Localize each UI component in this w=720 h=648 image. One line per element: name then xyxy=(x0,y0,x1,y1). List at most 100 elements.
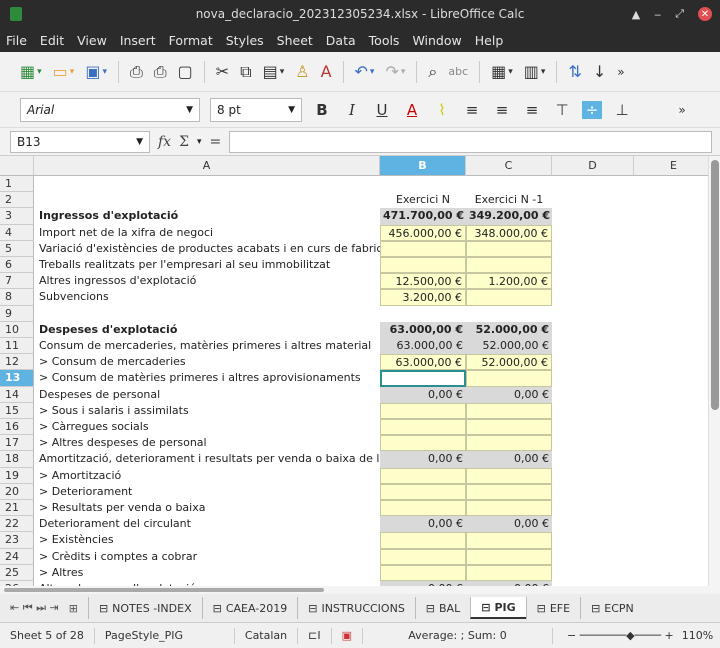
selection-mode-icon[interactable]: ⊏I xyxy=(298,627,332,644)
sort-ascending-icon[interactable]: ↓ xyxy=(593,62,606,81)
highlight-icon[interactable]: ⌇ xyxy=(432,101,452,119)
row-header[interactable]: 7 xyxy=(0,273,34,290)
chevron-down-icon[interactable]: ▼ xyxy=(186,105,193,115)
row-header[interactable]: 9 xyxy=(0,305,34,322)
cell-label[interactable] xyxy=(36,176,42,192)
row-header[interactable]: 5 xyxy=(0,240,34,257)
menu-item-view[interactable]: View xyxy=(77,33,107,48)
sheet-tab[interactable]: ⊟ ECPN xyxy=(580,597,644,619)
cell-value[interactable] xyxy=(380,402,466,419)
new-spreadsheet-icon[interactable]: ▦ ▾ xyxy=(20,62,42,81)
select-all-corner[interactable] xyxy=(0,156,34,176)
cell-label[interactable]: Variació d'existències de productes acab… xyxy=(36,241,408,257)
name-box[interactable]: B13 ▼ xyxy=(10,130,150,153)
cell-value[interactable] xyxy=(466,483,552,500)
cell-label[interactable] xyxy=(36,306,42,322)
font-name-combo[interactable]: Arial ▼ xyxy=(20,97,200,122)
cell-label[interactable]: Amortització, deteriorament i resultats … xyxy=(36,451,417,467)
cell-label[interactable]: Ingressos d'explotació xyxy=(36,208,181,224)
spelling-icon[interactable]: abc xyxy=(448,65,468,78)
cell-value[interactable]: 52.000,00 € xyxy=(466,338,552,355)
row-header[interactable]: 23 xyxy=(0,532,34,549)
column-header-b[interactable]: B xyxy=(380,156,466,176)
cell-value[interactable] xyxy=(466,370,552,387)
cell-value[interactable]: Exercici N xyxy=(380,192,466,208)
cell-value[interactable]: 52.000,00 € xyxy=(466,354,552,371)
sheet-tab[interactable]: ⊟ NOTES -INDEX xyxy=(87,597,202,619)
cell-value[interactable]: 0,00 € xyxy=(466,516,552,533)
cell-value[interactable] xyxy=(466,548,552,565)
cell-value[interactable] xyxy=(380,370,466,387)
cell-label[interactable]: > Amortització xyxy=(36,468,124,484)
cell-value[interactable] xyxy=(380,564,466,581)
print-icon[interactable]: ⎙ xyxy=(154,62,167,82)
row-header[interactable]: 8 xyxy=(0,289,34,306)
cell-value[interactable] xyxy=(466,176,552,192)
sheet-navigation-icon[interactable]: ⇤ ⏮ ⏭ ⇥ xyxy=(10,601,59,615)
clone-formatting-icon[interactable]: ♙ xyxy=(295,62,309,81)
row-header[interactable]: 19 xyxy=(0,467,34,484)
language[interactable]: Catalan xyxy=(235,627,299,644)
align-bottom-icon[interactable]: ⊥ xyxy=(612,101,632,119)
row-header[interactable]: 4 xyxy=(0,224,34,241)
menu-item-insert[interactable]: Insert xyxy=(120,33,156,48)
function-wizard-icon[interactable]: fx xyxy=(158,134,171,150)
cell-value[interactable] xyxy=(380,257,466,274)
cell-label[interactable]: Consum de mercaderies, matèries primeres… xyxy=(36,338,374,354)
cell-value[interactable] xyxy=(466,564,552,581)
menu-item-edit[interactable]: Edit xyxy=(40,33,64,48)
row-header[interactable]: 16 xyxy=(0,419,34,436)
cell-label[interactable]: Subvencions xyxy=(36,289,112,305)
font-size-combo[interactable]: 8 pt ▼ xyxy=(210,97,302,122)
redo-icon[interactable]: ↷ ▾ xyxy=(385,62,405,81)
paste-icon[interactable]: ▤ ▾ xyxy=(263,62,285,81)
page-style[interactable]: PageStyle_PIG xyxy=(95,627,235,644)
print-preview-icon[interactable]: ▢ xyxy=(178,62,193,81)
cell-value[interactable]: 63.000,00 € xyxy=(380,338,466,355)
cell-value[interactable] xyxy=(380,467,466,484)
sheet-tab[interactable]: ⊟ BAL xyxy=(414,597,470,619)
cell-value[interactable] xyxy=(466,402,552,419)
copy-icon[interactable]: ⧉ xyxy=(240,62,251,82)
column-icon[interactable]: ▥ ▾ xyxy=(524,62,546,81)
cell-value[interactable]: 12.500,00 € xyxy=(380,273,466,290)
sort-icon[interactable]: ⇅ xyxy=(568,62,581,81)
cell-label[interactable]: > Existències xyxy=(36,532,117,548)
align-middle-icon[interactable]: ÷ xyxy=(582,100,602,119)
zoom-level[interactable]: 110% xyxy=(682,629,713,642)
underline-icon[interactable]: U xyxy=(372,101,392,119)
menu-item-styles[interactable]: Styles xyxy=(226,33,264,48)
menu-item-format[interactable]: Format xyxy=(169,33,213,48)
cell-value[interactable] xyxy=(466,289,552,306)
chevron-down-icon[interactable]: ▼ xyxy=(288,105,295,115)
cell-label[interactable]: > Crèdits i comptes a cobrar xyxy=(36,549,200,565)
cell-value[interactable]: 63.000,00 € xyxy=(380,321,466,338)
cell-label[interactable]: Altres ingressos d'explotació xyxy=(36,273,199,289)
sheet-tab[interactable]: ⊟ PIG xyxy=(470,597,526,619)
row-header[interactable]: 10 xyxy=(0,321,34,338)
cell-value[interactable]: 471.700,00 € xyxy=(380,208,466,225)
row-header[interactable]: 14 xyxy=(0,386,34,403)
chevron-down-icon[interactable]: ▾ xyxy=(197,137,202,147)
restore-icon[interactable]: ⤢ xyxy=(675,7,684,21)
menu-item-window[interactable]: Window xyxy=(412,33,461,48)
cell-label[interactable]: > Càrregues socials xyxy=(36,419,152,435)
cell-value[interactable] xyxy=(466,306,552,322)
menu-item-tools[interactable]: Tools xyxy=(369,33,400,48)
menu-item-sheet[interactable]: Sheet xyxy=(277,33,313,48)
row-header[interactable]: 18 xyxy=(0,451,34,468)
cell-value[interactable] xyxy=(380,548,466,565)
chevron-down-icon[interactable]: ▼ xyxy=(136,137,143,147)
open-folder-icon[interactable]: ▭ ▾ xyxy=(53,62,75,81)
cell-label[interactable]: > Altres despeses de personal xyxy=(36,435,210,451)
row-header[interactable]: 6 xyxy=(0,257,34,274)
align-top-icon[interactable]: ⊤ xyxy=(552,101,572,119)
row-header[interactable]: 15 xyxy=(0,402,34,419)
cell-label[interactable]: > Resultats per venda o baixa xyxy=(36,500,208,516)
undo-icon[interactable]: ↶ ▾ xyxy=(355,62,375,81)
column-header-a[interactable]: A xyxy=(34,156,380,176)
menu-item-file[interactable]: File xyxy=(6,33,27,48)
cell-value[interactable] xyxy=(380,240,466,257)
sheet-tab[interactable]: ⊟ CAEA-2019 xyxy=(201,597,298,619)
row-header[interactable]: 21 xyxy=(0,500,34,517)
